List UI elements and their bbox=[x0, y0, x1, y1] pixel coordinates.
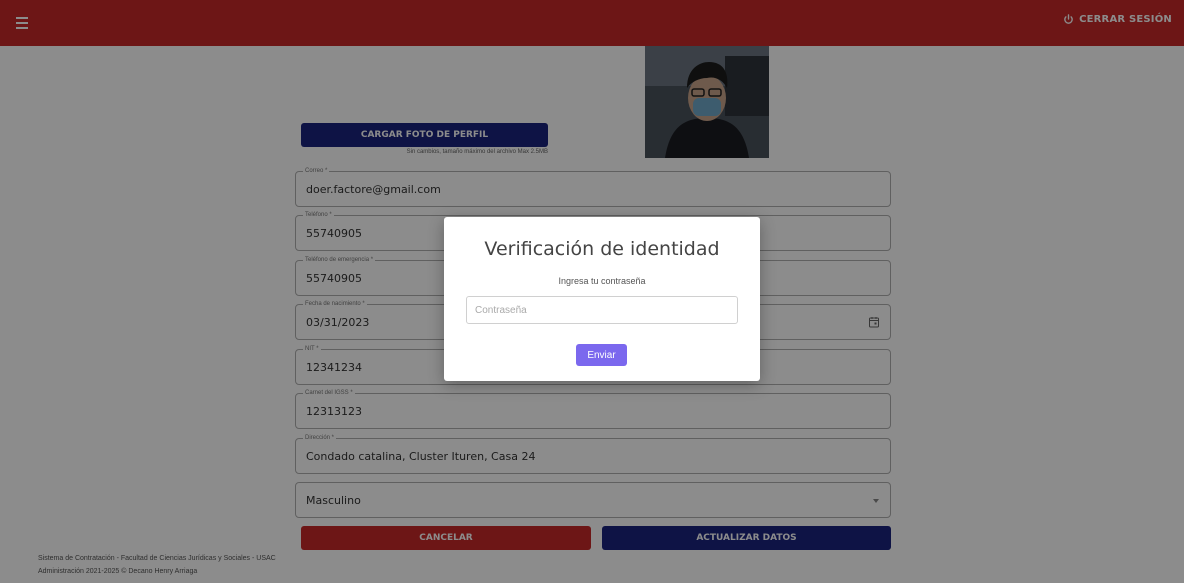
dialog-title: Verificación de identidad bbox=[484, 238, 720, 260]
password-input[interactable] bbox=[466, 296, 738, 324]
submit-button[interactable]: Enviar bbox=[576, 344, 627, 366]
identity-verification-dialog: Verificación de identidad Ingresa tu con… bbox=[444, 217, 760, 381]
dialog-subtitle: Ingresa tu contraseña bbox=[558, 276, 646, 286]
